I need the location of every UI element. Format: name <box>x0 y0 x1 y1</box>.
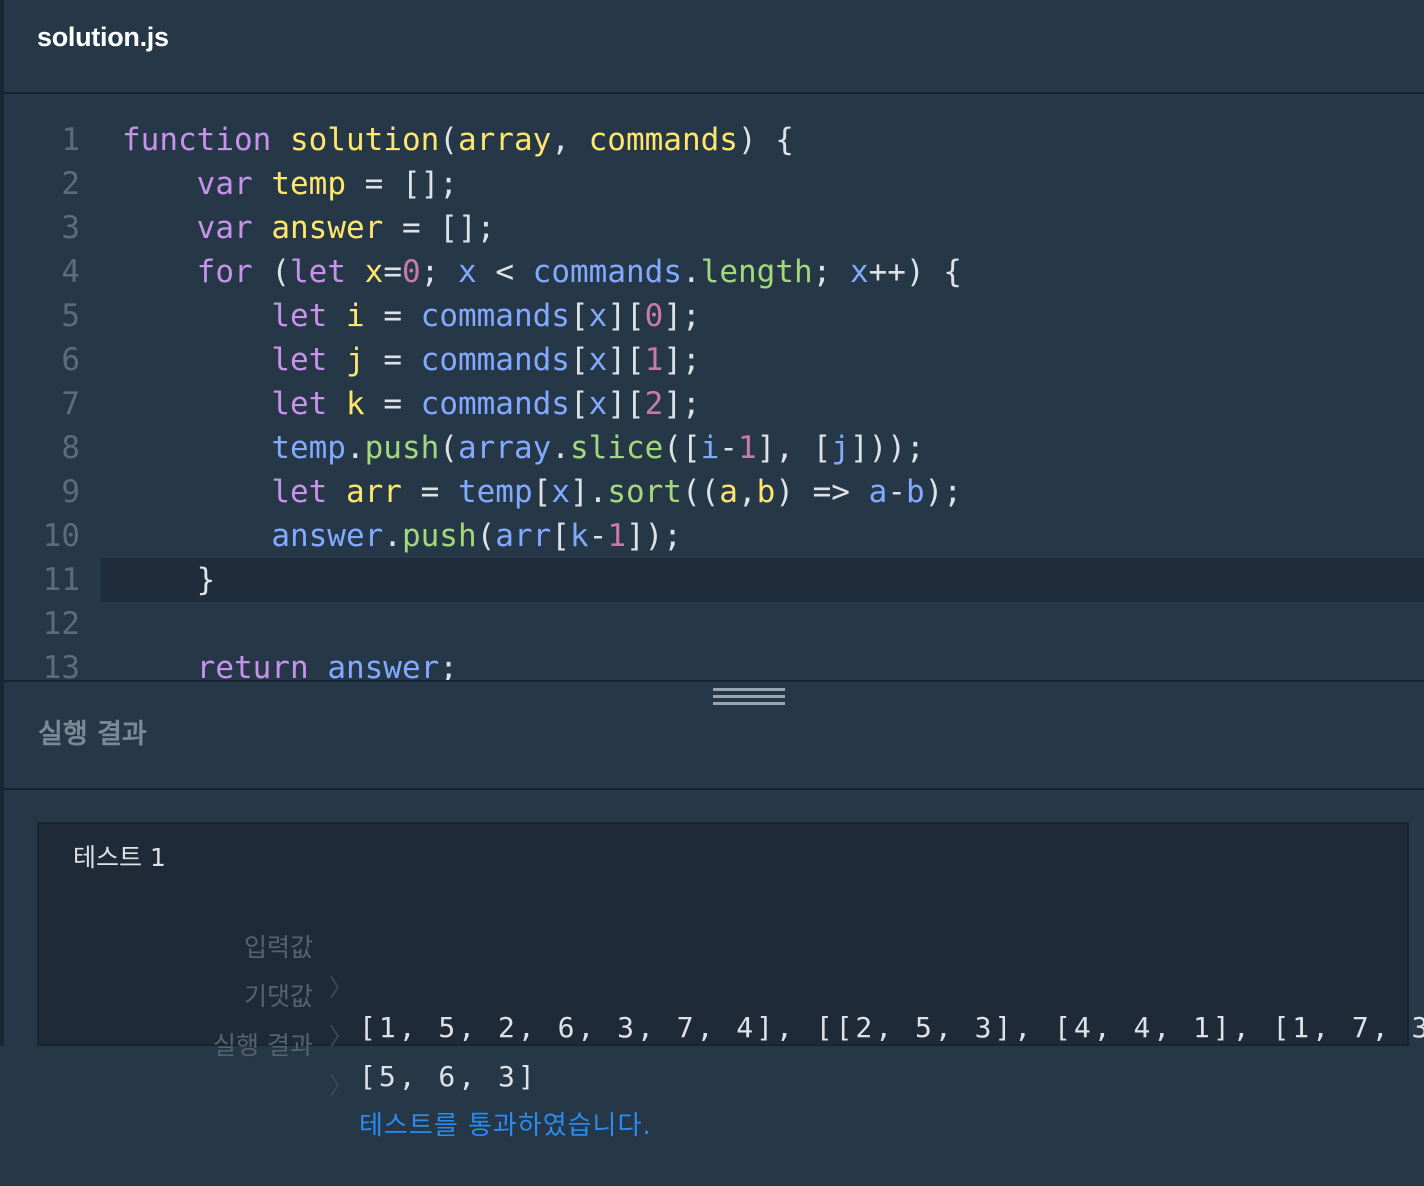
editor-header: solution.js <box>4 0 1424 94</box>
test-case-title: 테스트 1 <box>73 843 166 872</box>
code-line[interactable]: 9 let arr = temp[x].sort((a,b) => a-b); <box>4 470 1424 514</box>
code-line[interactable]: 4 for (let x=0; x < commands.length; x++… <box>4 250 1424 294</box>
code-text: let k = commands[x][2]; <box>271 386 701 422</box>
code-line[interactable]: 5 let i = commands[x][0]; <box>4 294 1424 338</box>
result-value: 테스트를 통과하였습니다. <box>359 1111 652 1141</box>
active-line-highlight <box>101 558 1424 602</box>
code-line[interactable]: 11 } <box>4 558 1424 602</box>
results-divider <box>4 788 1424 790</box>
code-line[interactable]: 1 function solution(array, commands) { <box>4 118 1424 162</box>
line-number: 12 <box>42 606 80 642</box>
line-number: 6 <box>61 342 80 378</box>
code-text: let i = commands[x][0]; <box>271 298 701 334</box>
code-text: } <box>122 562 216 598</box>
code-line[interactable]: 12 <box>4 602 1424 646</box>
result-label: 실행 결과 <box>213 1031 313 1060</box>
line-number: 11 <box>42 562 80 598</box>
line-number: 7 <box>61 386 80 422</box>
input-row: 입력값 〉 [1, 5, 2, 6, 3, 7, 4], [[2, 5, 3],… <box>39 888 1424 1044</box>
code-line[interactable]: 8 temp.push(array.slice([i-1], [j])); <box>4 426 1424 470</box>
code-text: answer.push(arr[k-1]); <box>271 518 682 554</box>
expected-row: 기댓값 〉 [5, 6, 3] <box>39 937 1407 1093</box>
code-text: let j = commands[x][1]; <box>271 342 701 378</box>
line-number: 2 <box>61 166 80 202</box>
code-line[interactable]: 7 let k = commands[x][2]; <box>4 382 1424 426</box>
code-line[interactable]: 13 return answer; <box>4 646 1424 680</box>
line-number: 1 <box>61 122 80 158</box>
line-number: 9 <box>61 474 80 510</box>
result-row: 실행 결과 〉 테스트를 통과하였습니다. <box>39 986 1407 1141</box>
code-line[interactable]: 6 let j = commands[x][1]; <box>4 338 1424 382</box>
line-number: 4 <box>61 254 80 290</box>
code-text: let arr = temp[x].sort((a,b) => a-b); <box>271 474 962 510</box>
code-text: for (let x=0; x < commands.length; x++) … <box>196 254 962 290</box>
code-line[interactable]: 2 var temp = []; <box>4 162 1424 206</box>
code-text: return answer; <box>196 650 458 680</box>
results-title: 실행 결과 <box>38 719 147 750</box>
code-text: var answer = []; <box>196 210 496 246</box>
code-text: var temp = []; <box>196 166 458 202</box>
expected-value: [5, 6, 3] <box>359 1060 538 1093</box>
line-number: 10 <box>42 518 80 554</box>
line-number: 5 <box>61 298 80 334</box>
test-case-panel: 테스트 1 입력값 〉 [1, 5, 2, 6, 3, 7, 4], [[2, … <box>37 822 1424 1141</box>
chevron-right-icon: 〉 <box>329 1072 353 1100</box>
drag-handle-icon[interactable] <box>713 688 785 708</box>
panel-splitter[interactable] <box>4 680 1424 682</box>
line-number: 13 <box>42 650 80 680</box>
line-number: 8 <box>61 430 80 466</box>
code-text: function solution(array, commands) { <box>122 122 794 158</box>
code-editor[interactable]: 1 function solution(array, commands) { 2 v… <box>4 94 1424 680</box>
code-line[interactable]: 10 answer.push(arr[k-1]); <box>4 514 1424 558</box>
line-number: 3 <box>61 210 80 246</box>
file-name-tab[interactable]: solution.js <box>37 22 169 53</box>
code-text: temp.push(array.slice([i-1], [j])); <box>271 430 925 466</box>
code-line[interactable]: 3 var answer = []; <box>4 206 1424 250</box>
